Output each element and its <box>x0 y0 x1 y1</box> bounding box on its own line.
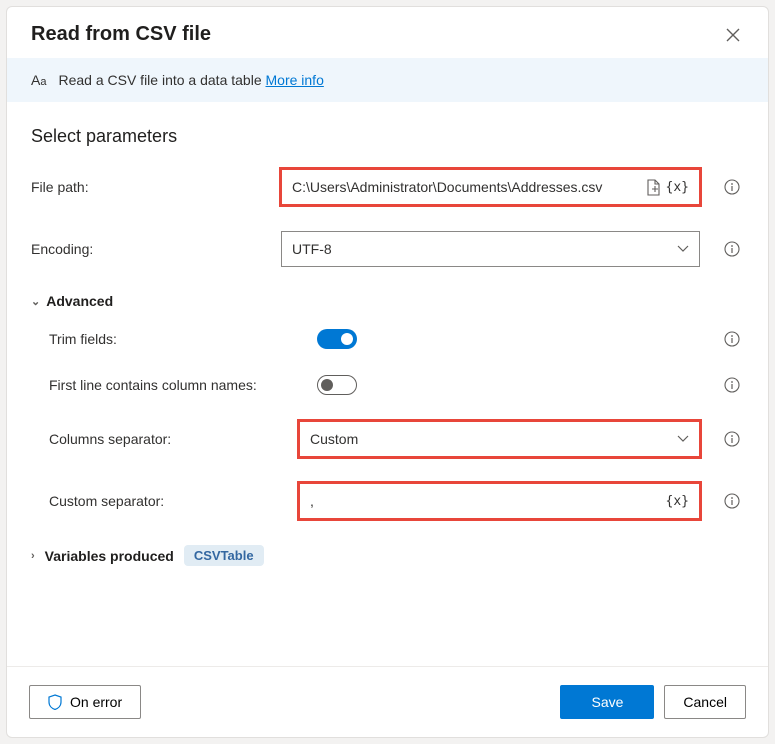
more-info-link[interactable]: More info <box>266 72 324 88</box>
first-line-toggle[interactable] <box>317 375 357 395</box>
variables-expander[interactable]: › Variables produced CSVTable <box>31 545 744 566</box>
variable-pill[interactable]: CSVTable <box>184 545 264 566</box>
first-line-info[interactable] <box>720 377 744 393</box>
info-icon <box>724 377 740 393</box>
on-error-label: On error <box>70 694 122 710</box>
save-button[interactable]: Save <box>560 685 654 719</box>
footer-actions: Save Cancel <box>560 685 746 719</box>
encoding-value: UTF-8 <box>292 241 332 257</box>
advanced-label: Advanced <box>46 293 113 309</box>
encoding-row: Encoding: UTF-8 <box>31 231 744 267</box>
chevron-down-icon: ⌄ <box>31 295 40 308</box>
file-path-input-wrap: {x} <box>281 169 700 205</box>
shield-icon <box>48 694 62 710</box>
section-title: Select parameters <box>31 126 744 147</box>
trim-fields-label: Trim fields: <box>49 331 307 347</box>
info-icon <box>724 331 740 347</box>
encoding-info[interactable] <box>720 241 744 257</box>
info-icon <box>724 179 740 195</box>
info-banner: Aa Read a CSV file into a data table Mor… <box>7 58 768 102</box>
first-line-label: First line contains column names: <box>49 377 307 393</box>
info-icon <box>724 241 740 257</box>
columns-separator-select[interactable]: Custom <box>299 421 700 457</box>
variable-picker-button[interactable]: {x} <box>664 494 691 509</box>
chevron-right-icon: › <box>31 550 35 562</box>
dialog-body: Select parameters File path: {x} Encodin… <box>7 102 768 666</box>
encoding-select[interactable]: UTF-8 <box>281 231 700 267</box>
advanced-section: Trim fields: First line contains column … <box>31 329 744 519</box>
chevron-down-icon <box>677 435 689 443</box>
custom-separator-label: Custom separator: <box>49 493 289 509</box>
close-icon <box>726 28 740 42</box>
trim-fields-info[interactable] <box>720 331 744 347</box>
file-path-input[interactable] <box>292 179 640 195</box>
variable-picker-button[interactable]: {x} <box>664 180 691 195</box>
browse-file-button[interactable] <box>644 177 664 197</box>
dialog-footer: On error Save Cancel <box>7 666 768 737</box>
dialog-header: Read from CSV file <box>7 7 768 58</box>
variables-label: Variables produced <box>45 548 174 564</box>
text-case-icon: Aa <box>31 72 46 88</box>
custom-separator-input-wrap: {x} <box>299 483 700 519</box>
encoding-label: Encoding: <box>31 241 271 257</box>
columns-separator-info[interactable] <box>720 431 744 447</box>
trim-fields-toggle[interactable] <box>317 329 357 349</box>
advanced-expander[interactable]: ⌄ Advanced <box>31 293 744 309</box>
first-line-row: First line contains column names: <box>49 375 744 395</box>
file-path-info[interactable] <box>720 179 744 195</box>
custom-separator-row: Custom separator: {x} <box>49 483 744 519</box>
dialog: Read from CSV file Aa Read a CSV file in… <box>6 6 769 738</box>
info-icon <box>724 493 740 509</box>
banner-text: Read a CSV file into a data table More i… <box>58 72 323 88</box>
custom-separator-info[interactable] <box>720 493 744 509</box>
file-path-row: File path: {x} <box>31 169 744 205</box>
trim-fields-row: Trim fields: <box>49 329 744 349</box>
file-picker-icon <box>646 179 661 196</box>
chevron-down-icon <box>677 245 689 253</box>
dialog-title: Read from CSV file <box>31 23 211 46</box>
columns-separator-label: Columns separator: <box>49 431 289 447</box>
info-icon <box>724 431 740 447</box>
file-path-label: File path: <box>31 179 271 195</box>
on-error-button[interactable]: On error <box>29 685 141 719</box>
custom-separator-input[interactable] <box>310 493 664 509</box>
columns-separator-row: Columns separator: Custom <box>49 421 744 457</box>
columns-separator-value: Custom <box>310 431 358 447</box>
cancel-button[interactable]: Cancel <box>664 685 746 719</box>
close-button[interactable] <box>722 24 744 46</box>
